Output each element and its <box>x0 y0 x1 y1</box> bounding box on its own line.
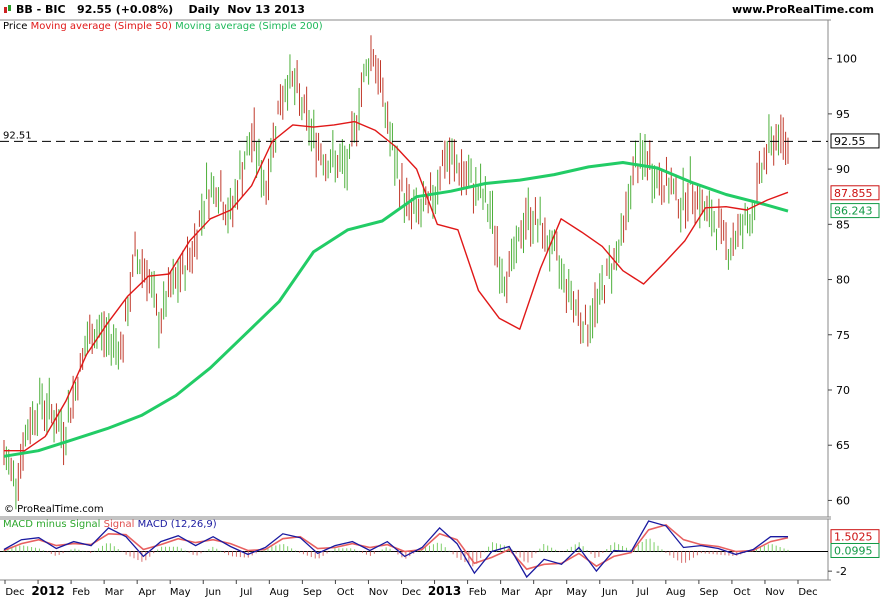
x-tick-label: Apr <box>535 587 553 598</box>
x-tick-label: Nov <box>369 587 389 598</box>
price-marker: 92.55 <box>830 133 880 149</box>
ma200-line <box>3 161 789 458</box>
x-tick-label: May <box>566 587 587 598</box>
x-tick-label: Jul <box>239 587 252 598</box>
price-marker-label: 87.855 <box>834 187 873 200</box>
y-tick-label: 100 <box>836 53 857 66</box>
x-tick-label: 2013 <box>428 584 461 598</box>
price-bars <box>3 35 789 510</box>
x-tick-label: 2012 <box>31 584 64 598</box>
y-tick-label: 90 <box>836 163 850 176</box>
y-tick-label: 95 <box>836 108 850 121</box>
x-tick-label: Aug <box>666 587 686 598</box>
price-marker: 86.243 <box>830 203 880 219</box>
x-tick-label: Dec <box>798 587 817 598</box>
x-tick-label: Sep <box>699 587 718 598</box>
x-tick-label: Aug <box>270 587 290 598</box>
x-tick-label: Jun <box>204 587 221 598</box>
watermark: © ProRealTime.com <box>4 504 104 515</box>
reference-line-label: 92.51 <box>3 130 32 141</box>
y-tick-label: 85 <box>836 218 850 231</box>
x-tick-label: Dec <box>402 587 421 598</box>
y-tick-label: 65 <box>836 439 850 452</box>
y-tick-label: 70 <box>836 384 850 397</box>
x-tick-label: Apr <box>139 587 157 598</box>
x-tick-label: May <box>170 587 191 598</box>
ma50-line <box>4 120 789 452</box>
y-tick-label: 60 <box>836 494 850 507</box>
macd-marker-label: 0.0995 <box>834 544 873 557</box>
x-tick-label: Mar <box>501 587 521 598</box>
y-tick-label: 75 <box>836 329 850 342</box>
price-marker-label: 86.243 <box>834 205 873 218</box>
price-chart[interactable]: 60 65 70 75 80 85 90 95 100 92.51 92.55 87.855 86.24… <box>0 0 880 600</box>
macd-marker: 1.5025 <box>830 529 880 545</box>
x-tick-label: Nov <box>765 587 785 598</box>
macd-marker-label: 1.5025 <box>834 531 873 544</box>
x-tick-label: Jul <box>636 587 649 598</box>
macd-y-tick-label: -2 <box>836 565 847 578</box>
macd-histogram <box>3 538 789 567</box>
y-tick-label: 80 <box>836 274 850 287</box>
macd-marker: 0.0995 <box>830 542 880 558</box>
x-tick-label: Jun <box>601 587 618 598</box>
price-marker-label: 92.55 <box>834 135 866 148</box>
x-tick-label: Feb <box>469 587 487 598</box>
x-tick-label: Dec <box>5 587 24 598</box>
x-tick-label: Feb <box>72 587 90 598</box>
x-tick-label: Mar <box>105 587 125 598</box>
price-marker: 87.855 <box>830 185 880 201</box>
x-tick-label: Oct <box>337 587 354 598</box>
x-tick-label: Oct <box>733 587 750 598</box>
x-tick-label: Sep <box>303 587 322 598</box>
